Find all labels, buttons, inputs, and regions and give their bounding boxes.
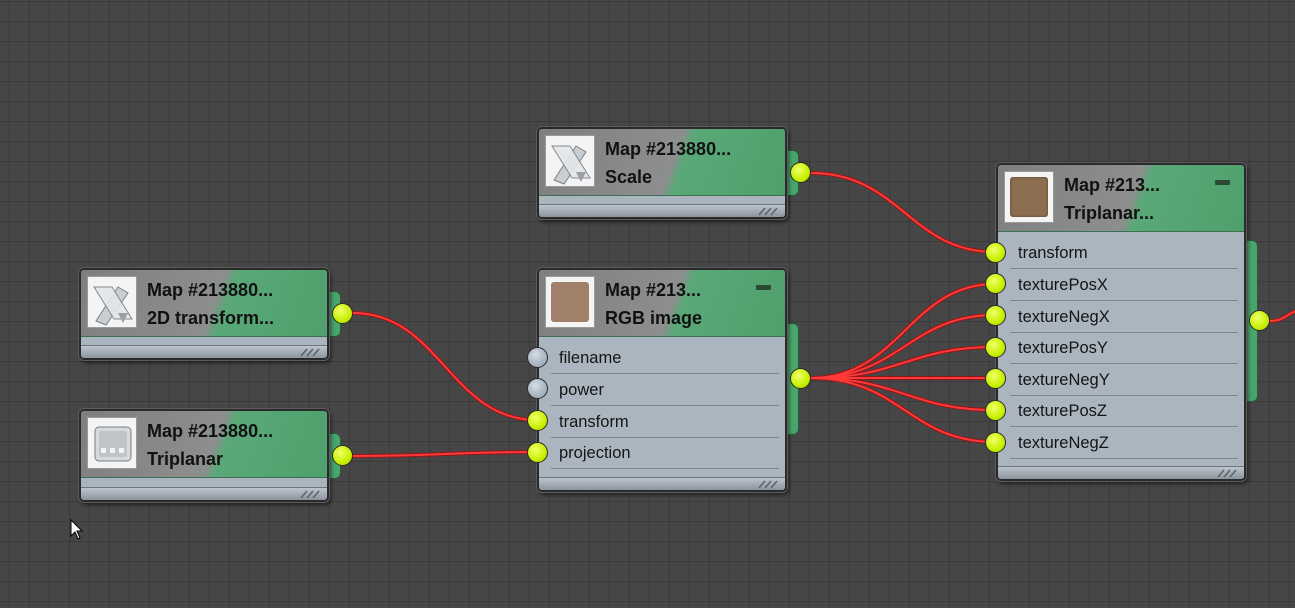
rgb-input-port-filename[interactable] [527,347,548,368]
row-divider [551,468,779,469]
triplanar-input-port-texture-neg-x[interactable] [985,305,1006,326]
rgb-input-port-transform[interactable] [527,410,548,431]
input-row-texture-neg-y: textureNegY [998,364,1244,396]
node-rgb-image[interactable]: Map #213... RGB image filename power tra… [537,268,787,492]
triplanar-input-port-transform[interactable] [985,242,1006,263]
node-2d-transform[interactable]: Map #213880... 2D transform... [79,268,329,360]
node-header[interactable]: Map #213880... 2D transform... [81,270,327,337]
input-label: transform [1018,244,1088,262]
input-label: textureNegZ [1018,434,1109,452]
node-footer [998,466,1244,479]
node-subtitle: RGB image [605,308,703,328]
wire-output-offscreen [1268,309,1295,323]
input-label: transform [559,413,629,431]
rgb-input-port-projection[interactable] [527,442,548,463]
wire-scale-to-transform [809,171,997,254]
node-header[interactable]: Map #213... RGB image [539,270,785,337]
node-title: Map #213880... [147,280,274,300]
input-row-projection: projection [539,437,785,469]
input-label: projection [559,444,631,462]
resize-grip-icon[interactable] [299,348,321,357]
triplanar-input-port-texture-pos-z[interactable] [985,400,1006,421]
wire-rgb-to-negz [809,376,997,444]
wire-rgb-to-posy [809,345,997,380]
collapse-button[interactable] [1215,180,1230,185]
wire-rgb-to-posz [809,376,997,412]
node-header[interactable]: Map #213... Triplanar... [998,165,1244,232]
node-footer [81,345,327,358]
rgb-output-port[interactable] [790,368,811,389]
resize-grip-icon[interactable] [1216,469,1238,478]
wire-2dtransform-to-transform [351,311,539,422]
triplanar-input-port-texture-pos-y[interactable] [985,337,1006,358]
input-row-transform: transform [539,406,785,438]
node-subtitle: Scale [605,167,653,187]
input-row-transform: transform [998,237,1244,269]
input-row-texture-pos-x: texturePosX [998,269,1244,301]
resize-grip-icon[interactable] [757,207,779,216]
input-row-power: power [539,374,785,406]
node-title: Map #213880... [605,139,732,159]
node-title: Map #213... [605,280,702,300]
triplanar-small-output-port[interactable] [332,445,353,466]
input-row-texture-pos-y: texturePosY [998,332,1244,364]
input-label: power [559,381,604,399]
input-row-filename: filename [539,342,785,374]
input-label: filename [559,349,622,367]
texture-swatch-icon [1004,171,1054,223]
wire-rgb-to-negx [809,313,997,380]
collapse-button[interactable] [756,285,771,290]
node-title: Map #213... [1064,175,1161,195]
node-header[interactable]: Map #213880... Scale [539,129,785,196]
triplanar-input-port-texture-pos-x[interactable] [985,273,1006,294]
triplanar-output-port[interactable] [1249,310,1270,331]
triplanar-input-port-texture-neg-z[interactable] [985,432,1006,453]
node-footer [539,477,785,490]
input-label: texturePosY [1018,339,1108,357]
mouse-cursor-icon [70,519,84,540]
input-row-texture-pos-z: texturePosZ [998,395,1244,427]
node-scale[interactable]: Map #213880... Scale [537,127,787,219]
input-label: textureNegX [1018,308,1110,326]
input-row-texture-neg-x: textureNegX [998,301,1244,333]
transform2d-output-port[interactable] [332,303,353,324]
input-label: texturePosX [1018,276,1108,294]
node-triplanar-main[interactable]: Map #213... Triplanar... transform textu… [996,163,1246,481]
scale-output-port[interactable] [790,162,811,183]
input-row-texture-neg-z: textureNegZ [998,427,1244,459]
transform-icon [87,276,137,328]
node-footer [539,204,785,217]
wire-rgb-to-posx [809,282,997,380]
node-header[interactable]: Map #213880... Triplanar [81,411,327,478]
transform-icon [545,135,595,187]
resize-grip-icon[interactable] [299,490,321,499]
rgb-input-port-power[interactable] [527,378,548,399]
node-subtitle: 2D transform... [147,308,275,328]
row-divider [1010,458,1238,459]
resize-grip-icon[interactable] [757,480,779,489]
input-label: texturePosZ [1018,402,1107,420]
triplanar-input-port-texture-neg-y[interactable] [985,368,1006,389]
texture-swatch-icon [545,276,595,328]
input-label: textureNegY [1018,371,1110,389]
node-triplanar-small[interactable]: Map #213880... Triplanar [79,409,329,502]
node-subtitle: Triplanar [147,449,224,469]
node-title: Map #213880... [147,421,274,441]
triplanar-icon [87,417,137,469]
node-footer [81,487,327,500]
wire-triplanar-to-projection [351,450,539,458]
node-subtitle: Triplanar... [1064,203,1155,223]
